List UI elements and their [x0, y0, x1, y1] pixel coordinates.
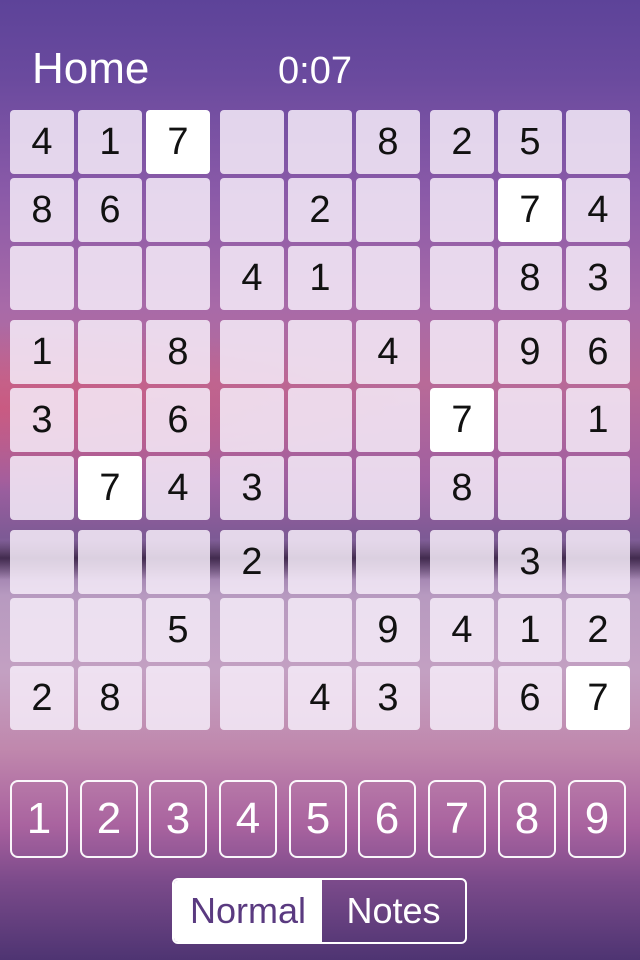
sudoku-cell-r1c1[interactable]: 4 [10, 110, 74, 174]
sudoku-cell-r5c5[interactable] [288, 388, 352, 452]
sudoku-cell-r7c9[interactable] [566, 530, 630, 594]
sudoku-cell-r6c1[interactable] [10, 456, 74, 520]
sudoku-cell-r3c9[interactable]: 3 [566, 246, 630, 310]
game-timer: 0:07 [278, 50, 352, 92]
number-key-4[interactable]: 4 [219, 780, 277, 858]
sudoku-cell-r1c3[interactable]: 7 [146, 110, 210, 174]
sudoku-cell-r1c2[interactable]: 1 [78, 110, 142, 174]
sudoku-cell-r4c6[interactable]: 4 [356, 320, 420, 384]
sudoku-cell-r7c4[interactable]: 2 [220, 530, 284, 594]
sudoku-cell-r8c6[interactable]: 9 [356, 598, 420, 662]
sudoku-cell-r3c8[interactable]: 8 [498, 246, 562, 310]
sudoku-cell-r9c3[interactable] [146, 666, 210, 730]
sudoku-cell-r8c8[interactable]: 1 [498, 598, 562, 662]
sudoku-cell-r4c1[interactable]: 1 [10, 320, 74, 384]
sudoku-cell-r8c5[interactable] [288, 598, 352, 662]
sudoku-cell-r7c1[interactable] [10, 530, 74, 594]
sudoku-cell-r9c5[interactable]: 4 [288, 666, 352, 730]
sudoku-cell-r7c2[interactable] [78, 530, 142, 594]
sudoku-cell-r7c3[interactable] [146, 530, 210, 594]
sudoku-cell-r3c3[interactable] [146, 246, 210, 310]
sudoku-cell-r6c7[interactable]: 8 [430, 456, 494, 520]
sudoku-cell-r8c2[interactable] [78, 598, 142, 662]
sudoku-cell-r5c6[interactable] [356, 388, 420, 452]
sudoku-cell-r1c6[interactable]: 8 [356, 110, 420, 174]
sudoku-cell-r3c2[interactable] [78, 246, 142, 310]
sudoku-cell-r7c5[interactable] [288, 530, 352, 594]
sudoku-cell-r2c5[interactable]: 2 [288, 178, 352, 242]
sudoku-cell-r2c7[interactable] [430, 178, 494, 242]
sudoku-cell-r8c4[interactable] [220, 598, 284, 662]
sudoku-cell-r8c3[interactable]: 5 [146, 598, 210, 662]
sudoku-cell-r6c6[interactable] [356, 456, 420, 520]
sudoku-cell-r4c5[interactable] [288, 320, 352, 384]
home-button[interactable]: Home [32, 44, 149, 94]
sudoku-cell-r4c3[interactable]: 8 [146, 320, 210, 384]
sudoku-cell-r5c7[interactable]: 7 [430, 388, 494, 452]
sudoku-cell-r3c7[interactable] [430, 246, 494, 310]
number-key-9[interactable]: 9 [568, 780, 626, 858]
sudoku-cell-r2c1[interactable]: 8 [10, 178, 74, 242]
sudoku-cell-r8c9[interactable]: 2 [566, 598, 630, 662]
sudoku-cell-r2c2[interactable]: 6 [78, 178, 142, 242]
sudoku-cell-r3c6[interactable] [356, 246, 420, 310]
sudoku-cell-r1c9[interactable] [566, 110, 630, 174]
sudoku-cell-r2c4[interactable] [220, 178, 284, 242]
sudoku-cell-r7c6[interactable] [356, 530, 420, 594]
sudoku-cell-r6c5[interactable] [288, 456, 352, 520]
sudoku-cell-r3c4[interactable]: 4 [220, 246, 284, 310]
sudoku-cell-r6c4[interactable]: 3 [220, 456, 284, 520]
sudoku-cell-r5c9[interactable]: 1 [566, 388, 630, 452]
mode-toggle: Normal Notes [172, 878, 467, 944]
sudoku-cell-r5c1[interactable]: 3 [10, 388, 74, 452]
sudoku-cell-r3c1[interactable] [10, 246, 74, 310]
sudoku-cell-r1c4[interactable] [220, 110, 284, 174]
sudoku-cell-r8c7[interactable]: 4 [430, 598, 494, 662]
number-key-2[interactable]: 2 [80, 780, 138, 858]
sudoku-cell-r8c1[interactable] [10, 598, 74, 662]
number-key-8[interactable]: 8 [498, 780, 556, 858]
sudoku-cell-r4c2[interactable] [78, 320, 142, 384]
sudoku-cell-r4c4[interactable] [220, 320, 284, 384]
sudoku-cell-r6c8[interactable] [498, 456, 562, 520]
sudoku-cell-r5c2[interactable] [78, 388, 142, 452]
sudoku-cell-r9c8[interactable]: 6 [498, 666, 562, 730]
mode-notes-button[interactable]: Notes [322, 880, 465, 942]
sudoku-cell-r6c3[interactable]: 4 [146, 456, 210, 520]
sudoku-cell-r9c1[interactable]: 2 [10, 666, 74, 730]
sudoku-cell-r9c6[interactable]: 3 [356, 666, 420, 730]
number-key-5[interactable]: 5 [289, 780, 347, 858]
sudoku-cell-r9c7[interactable] [430, 666, 494, 730]
mode-normal-button[interactable]: Normal [174, 880, 322, 942]
number-key-3[interactable]: 3 [149, 780, 207, 858]
sudoku-cell-r2c8[interactable]: 7 [498, 178, 562, 242]
number-key-1[interactable]: 1 [10, 780, 68, 858]
sudoku-cell-r2c6[interactable] [356, 178, 420, 242]
sudoku-cell-r7c8[interactable]: 3 [498, 530, 562, 594]
sudoku-cell-r6c2[interactable]: 7 [78, 456, 142, 520]
sudoku-cell-r3c5[interactable]: 1 [288, 246, 352, 310]
sudoku-cell-r9c9[interactable]: 7 [566, 666, 630, 730]
sudoku-cell-r5c3[interactable]: 6 [146, 388, 210, 452]
sudoku-cell-r6c9[interactable] [566, 456, 630, 520]
number-key-7[interactable]: 7 [428, 780, 486, 858]
sudoku-cell-r1c7[interactable]: 2 [430, 110, 494, 174]
sudoku-cell-r5c8[interactable] [498, 388, 562, 452]
sudoku-cell-r4c7[interactable] [430, 320, 494, 384]
sudoku-cell-r1c5[interactable] [288, 110, 352, 174]
sudoku-cell-r1c8[interactable]: 5 [498, 110, 562, 174]
header: Home 0:07 [0, 40, 640, 100]
sudoku-cell-r4c9[interactable]: 6 [566, 320, 630, 384]
sudoku-cell-r9c4[interactable] [220, 666, 284, 730]
sudoku-cell-r2c3[interactable] [146, 178, 210, 242]
number-key-6[interactable]: 6 [358, 780, 416, 858]
sudoku-cell-r9c2[interactable]: 8 [78, 666, 142, 730]
sudoku-cell-r7c7[interactable] [430, 530, 494, 594]
sudoku-cell-r4c8[interactable]: 9 [498, 320, 562, 384]
sudoku-cell-r2c9[interactable]: 4 [566, 178, 630, 242]
sudoku-cell-r5c4[interactable] [220, 388, 284, 452]
